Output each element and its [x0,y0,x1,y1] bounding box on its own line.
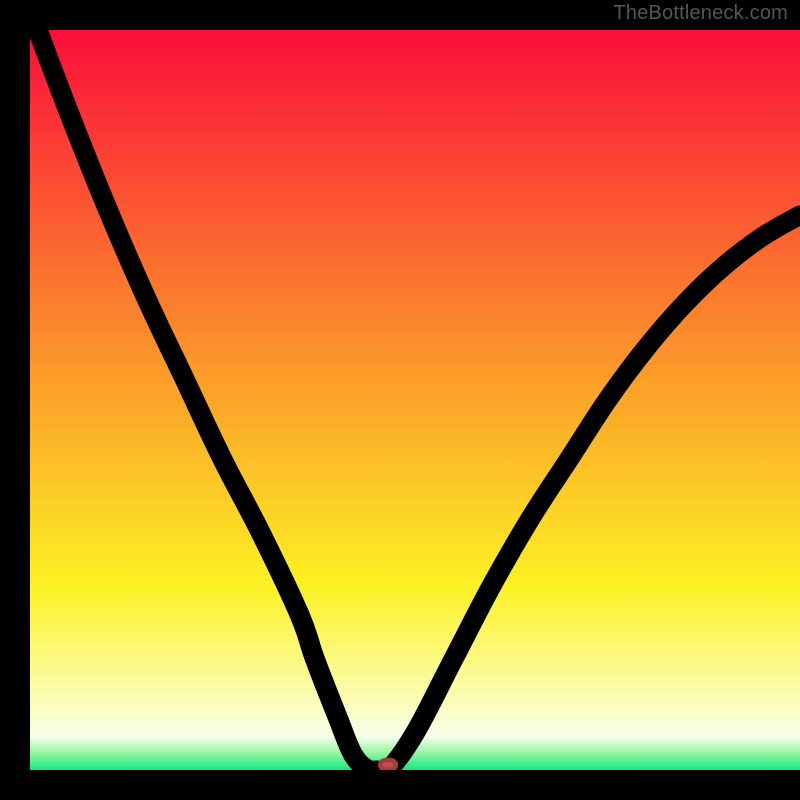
chart-frame [30,30,800,770]
watermark-text: TheBottleneck.com [613,2,788,25]
chart-svg [30,30,800,770]
chart-background [30,30,800,770]
current-point-marker [380,760,395,770]
